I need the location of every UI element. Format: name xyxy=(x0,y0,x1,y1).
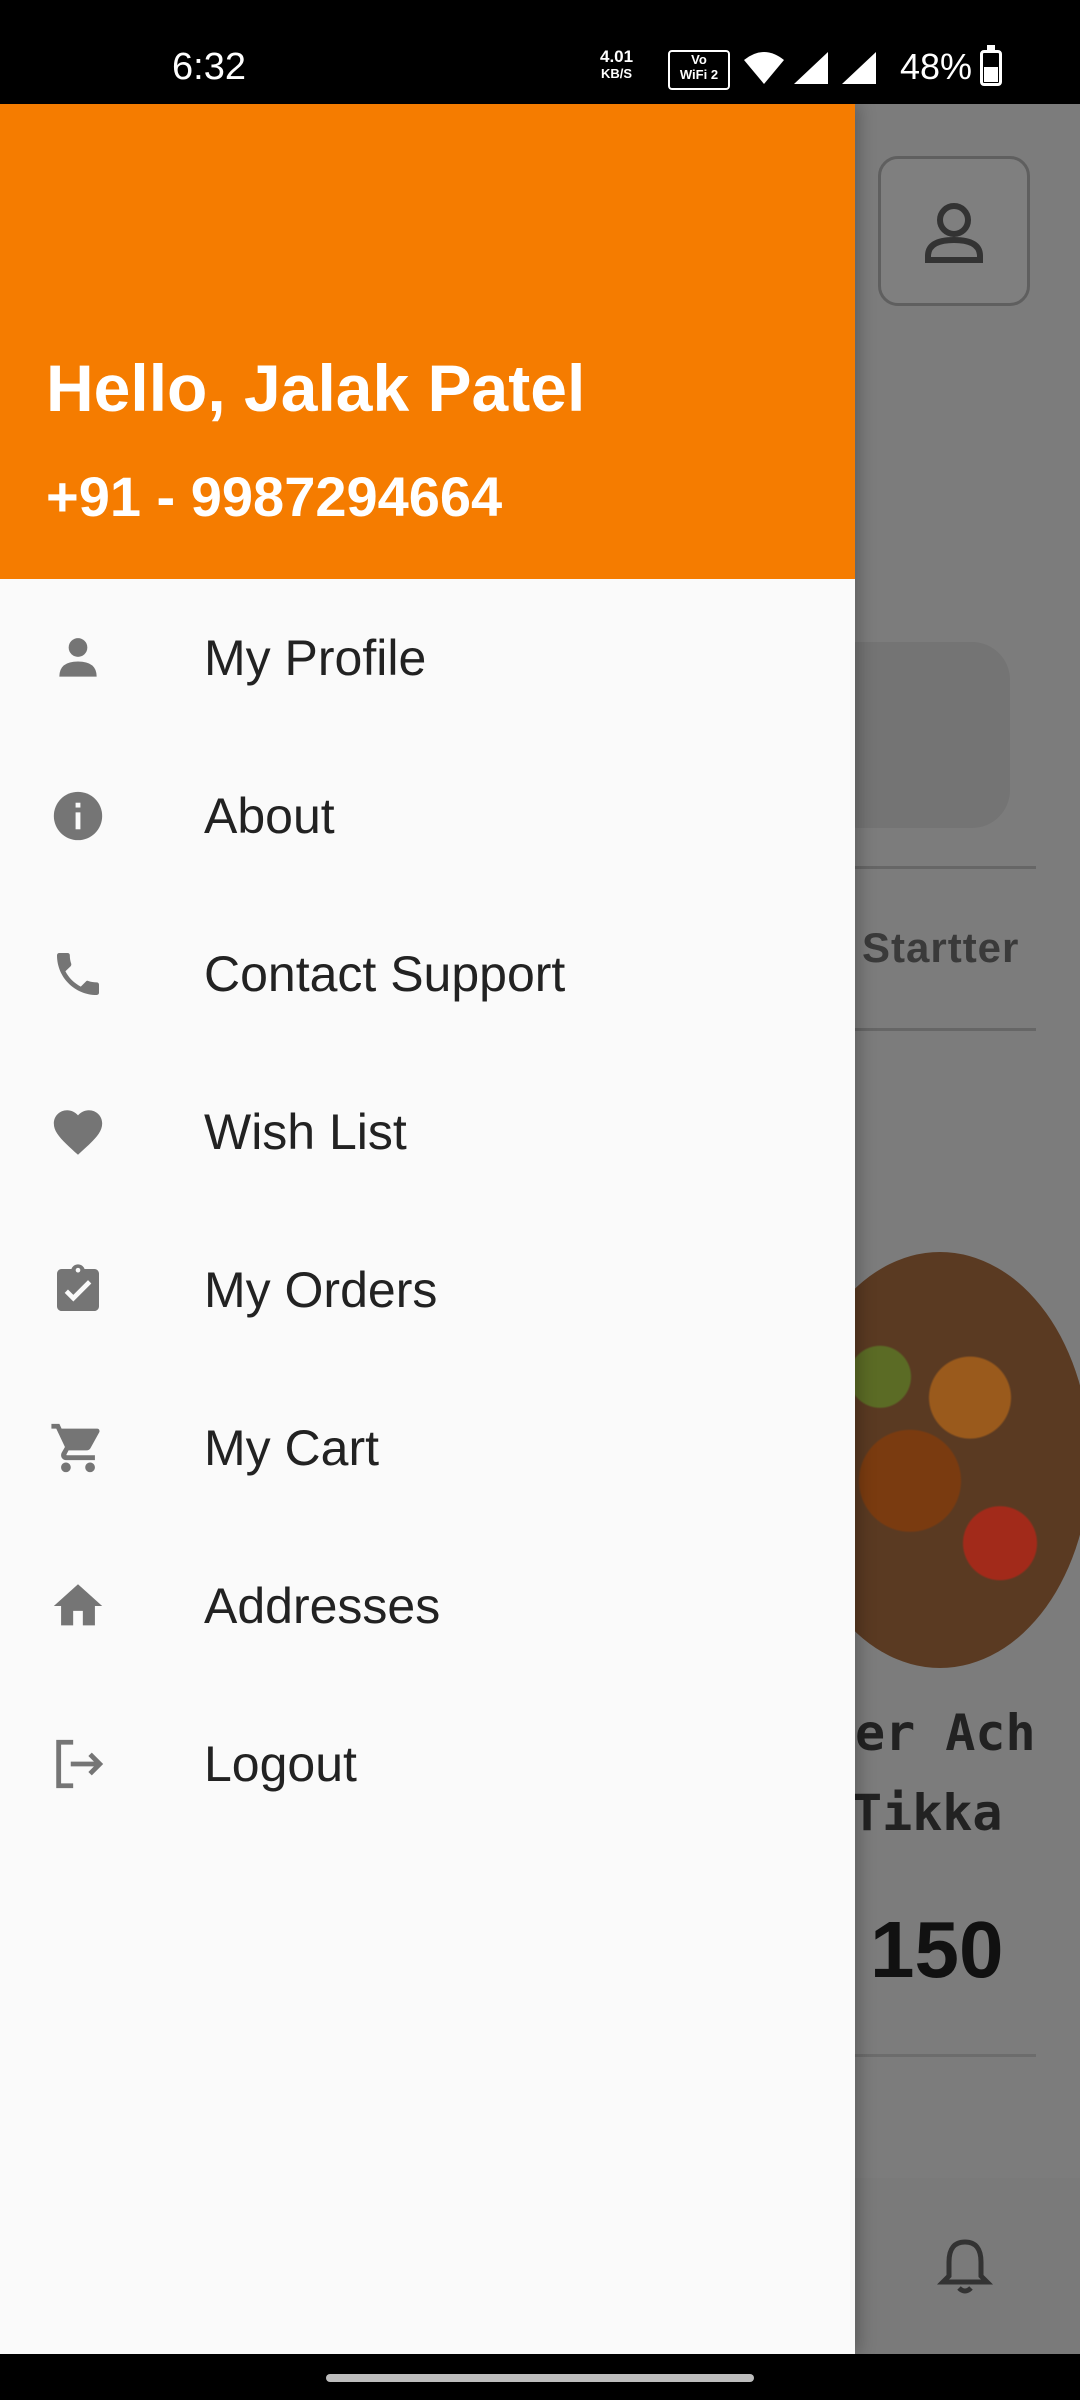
item-name-line1: er Ach xyxy=(855,1704,1036,1762)
battery-percent: 48% xyxy=(900,46,973,87)
phone-icon xyxy=(48,944,108,1004)
bell-icon[interactable] xyxy=(935,2234,995,2298)
menu-item-contact-support[interactable]: Contact Support xyxy=(0,895,855,1053)
home-gesture-handle[interactable] xyxy=(326,2374,754,2382)
profile-button[interactable] xyxy=(878,156,1030,306)
network-speed: 4.01 KB/S xyxy=(600,48,633,82)
network-speed-unit: KB/S xyxy=(601,66,633,81)
menu-item-my-profile[interactable]: My Profile xyxy=(0,579,855,737)
tab-starter[interactable]: Startter xyxy=(862,924,1019,972)
menu-item-label: Wish List xyxy=(204,1104,407,1160)
logout-icon xyxy=(48,1734,108,1794)
menu-item-wish-list[interactable]: Wish List xyxy=(0,1053,855,1211)
menu-item-my-orders[interactable]: My Orders xyxy=(0,1211,855,1369)
drawer-header: Hello, Jalak Patel +91 - 9987294664 xyxy=(0,104,855,579)
item-name-line2: Tikka xyxy=(852,1784,1003,1842)
heart-icon xyxy=(48,1102,108,1162)
drawer-menu: My Profile About Contact Support Wish Li… xyxy=(0,579,855,1843)
status-time: 6:32 xyxy=(172,46,246,88)
status-bar: 6:32 4.01 KB/S Vo WiFi 2 48% xyxy=(0,0,1080,104)
menu-item-about[interactable]: About xyxy=(0,737,855,895)
menu-item-label: About xyxy=(204,788,335,844)
menu-item-label: Logout xyxy=(204,1736,357,1792)
menu-item-my-cart[interactable]: My Cart xyxy=(0,1369,855,1527)
menu-item-label: My Orders xyxy=(204,1262,438,1318)
cell-signal-icon xyxy=(794,52,828,84)
menu-item-logout[interactable]: Logout xyxy=(0,1685,855,1843)
phone-number: +91 - 9987294664 xyxy=(46,465,503,528)
menu-item-label: Contact Support xyxy=(204,946,566,1002)
network-speed-value: 4.01 xyxy=(600,47,634,66)
home-icon xyxy=(48,1576,108,1636)
volte-wifi-icon: Vo WiFi 2 xyxy=(668,50,730,90)
menu-item-addresses[interactable]: Addresses xyxy=(0,1527,855,1685)
menu-item-label: My Profile xyxy=(204,630,427,686)
system-nav-bar xyxy=(0,2354,1080,2400)
person-icon xyxy=(48,628,108,688)
battery-icon xyxy=(980,45,1002,86)
item-price: 150 xyxy=(870,1905,1004,1994)
navigation-drawer: Hello, Jalak Patel +91 - 9987294664 My P… xyxy=(0,104,855,2354)
greeting: Hello, Jalak Patel xyxy=(46,351,586,425)
wifi-calling-label: WiFi 2 xyxy=(679,67,719,82)
menu-item-label: Addresses xyxy=(204,1578,441,1634)
wifi-icon xyxy=(744,52,784,84)
volte-label: Vo xyxy=(691,52,707,67)
clipboard-check-icon xyxy=(48,1260,108,1320)
cart-icon xyxy=(48,1418,108,1478)
menu-item-label: My Cart xyxy=(204,1420,379,1476)
info-icon xyxy=(48,786,108,846)
person-outline-icon xyxy=(925,203,983,263)
cell-signal-2-icon xyxy=(842,52,876,84)
